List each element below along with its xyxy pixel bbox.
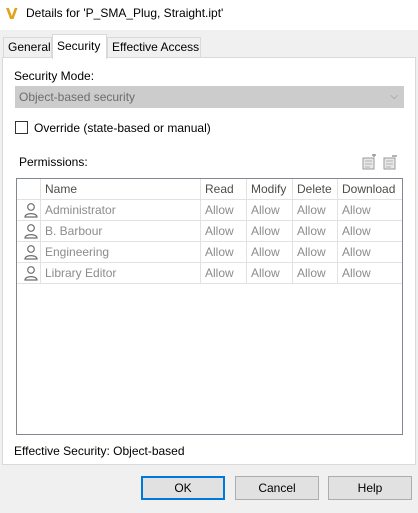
window-title: Details for 'P_SMA_Plug, Straight.ipt'	[26, 6, 224, 20]
column-header-download[interactable]: Download	[338, 179, 402, 199]
column-header-delete[interactable]: Delete	[293, 179, 338, 199]
row-name: Engineering	[41, 242, 201, 262]
column-header-name[interactable]: Name	[41, 179, 201, 199]
row-icon-cell	[17, 263, 41, 283]
row-modify: Allow	[247, 200, 293, 220]
row-modify: Allow	[247, 263, 293, 283]
row-delete: Allow	[293, 263, 338, 283]
table-row[interactable]: Administrator Allow Allow Allow Allow	[17, 200, 402, 221]
add-permission-icon[interactable]	[361, 154, 377, 170]
security-panel: Security Mode: Object-based security ⌵ O…	[2, 57, 416, 465]
help-button[interactable]: Help	[328, 476, 412, 500]
permissions-label: Permissions:	[19, 155, 88, 169]
chevron-down-icon: ⌵	[390, 91, 398, 102]
table-row[interactable]: Engineering Allow Allow Allow Allow	[17, 242, 402, 263]
row-icon-cell	[17, 200, 41, 220]
row-read: Allow	[201, 242, 247, 262]
tab-strip: General Security Effective Access	[0, 34, 418, 59]
row-name: Administrator	[41, 200, 201, 220]
row-read: Allow	[201, 200, 247, 220]
header-icon-cell	[17, 179, 41, 199]
security-mode-label: Security Mode:	[14, 69, 95, 83]
row-name: B. Barbour	[41, 221, 201, 241]
override-label[interactable]: Override (state-based or manual)	[34, 121, 211, 135]
table-row[interactable]: Library Editor Allow Allow Allow Allow	[17, 263, 402, 284]
security-mode-select[interactable]: Object-based security ⌵	[15, 86, 404, 108]
row-modify: Allow	[247, 221, 293, 241]
tab-general[interactable]: General	[3, 37, 52, 58]
row-delete: Allow	[293, 200, 338, 220]
override-checkbox[interactable]	[15, 121, 28, 134]
row-read: Allow	[201, 221, 247, 241]
title-bar: V Details for 'P_SMA_Plug, Straight.ipt'	[0, 0, 418, 30]
row-name: Library Editor	[41, 263, 201, 283]
security-mode-value: Object-based security	[19, 90, 136, 104]
tab-security[interactable]: Security	[52, 34, 107, 59]
cancel-button[interactable]: Cancel	[235, 476, 319, 500]
row-download: Allow	[342, 266, 371, 280]
vault-app-icon: V	[6, 5, 18, 23]
table-header: Name Read Modify Delete Download	[17, 179, 402, 200]
row-modify: Allow	[247, 242, 293, 262]
remove-permission-icon[interactable]	[382, 154, 398, 170]
effective-security-status: Effective Security: Object-based	[14, 444, 185, 458]
ok-button[interactable]: OK	[141, 476, 225, 500]
permissions-table[interactable]: Name Read Modify Delete Download Adminis…	[16, 178, 403, 435]
row-delete: Allow	[293, 221, 338, 241]
row-icon-cell	[17, 221, 41, 241]
column-header-modify[interactable]: Modify	[247, 179, 293, 199]
row-download: Allow	[342, 245, 371, 259]
row-icon-cell	[17, 242, 41, 262]
table-row[interactable]: B. Barbour Allow Allow Allow Allow	[17, 221, 402, 242]
row-download: Allow	[342, 203, 371, 217]
tab-effective-access[interactable]: Effective Access	[107, 37, 201, 58]
column-header-read[interactable]: Read	[201, 179, 247, 199]
row-read: Allow	[201, 263, 247, 283]
row-delete: Allow	[293, 242, 338, 262]
row-download: Allow	[342, 224, 371, 238]
